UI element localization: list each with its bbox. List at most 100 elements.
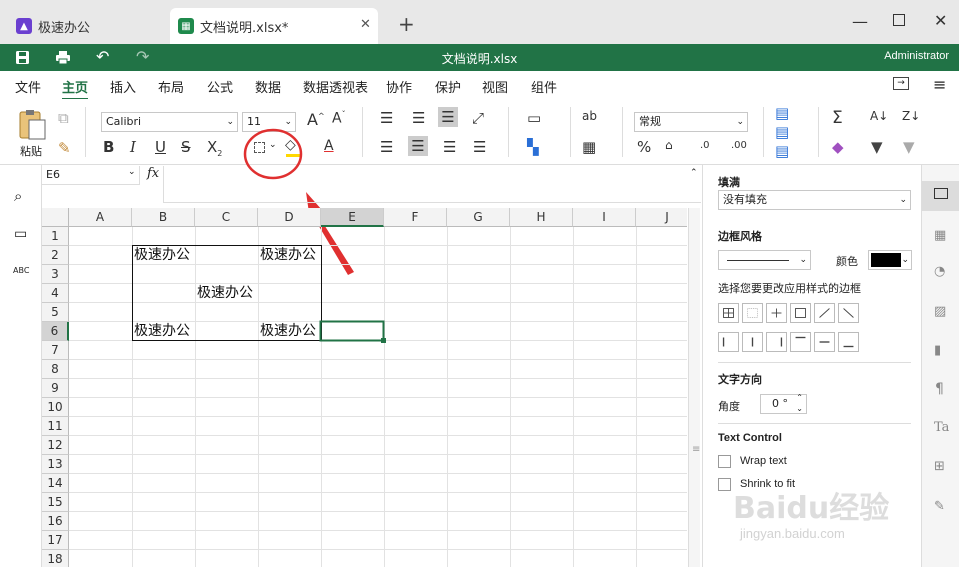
right-border-icon[interactable] [766,332,787,352]
column-header[interactable]: H [510,208,573,227]
text-art-icon[interactable]: Ta [934,420,949,435]
fill-select[interactable]: 没有填充 ⌄ [718,190,911,210]
outer-border-icon[interactable] [790,303,811,323]
select-all-corner[interactable] [42,208,69,227]
paragraph-settings-icon[interactable]: ¶ [935,381,944,397]
cell-b2[interactable]: 极速办公 [134,246,190,265]
align-bottom-icon[interactable]: ☰ [438,107,458,127]
column-header[interactable]: I [573,208,636,227]
clear-icon[interactable]: ◆ [832,138,844,156]
sort-asc-icon[interactable]: A↓ [870,109,888,123]
table-style-icon[interactable]: ▦ [582,138,596,156]
column-header[interactable]: E [321,208,384,227]
menu-formula[interactable]: 公式 [207,77,233,96]
menu-data[interactable]: 数据 [255,77,281,96]
cell-b6[interactable]: 极速办公 [134,322,190,341]
spellcheck-icon[interactable]: ABC [13,266,29,275]
row-header[interactable]: 1 [42,227,69,246]
vertical-scrollbar[interactable]: ≡ [688,208,700,567]
bottom-border-icon[interactable] [838,332,859,352]
justify-icon[interactable]: ☰ [473,138,486,156]
cell-settings-tab[interactable] [922,181,959,211]
table-settings-icon[interactable]: ▦ [934,228,946,243]
chart-settings-icon[interactable]: ▮ [934,343,941,358]
underline-icon[interactable]: U [155,138,166,156]
subscript-icon[interactable]: X2 [207,138,222,158]
row-header[interactable]: 5 [42,303,69,322]
menu-file[interactable]: 文件 [15,77,41,96]
menu-collaborate[interactable]: 协作 [386,77,412,96]
name-box[interactable]: E6 ⌄ [42,166,140,185]
column-header[interactable]: C [195,208,258,227]
minimize-icon[interactable]: — [852,12,868,31]
border-color-select[interactable]: ⌄ [868,250,912,270]
search-icon[interactable]: ⌕ [14,187,22,205]
shape-settings-icon[interactable]: ◔ [934,264,945,279]
paste-icon[interactable] [17,109,47,141]
column-header[interactable]: D [258,208,321,227]
copy-icon[interactable]: ⧉ [58,109,69,127]
left-border-icon[interactable] [718,332,739,352]
fx-icon[interactable]: fx [147,166,159,181]
cell-d2[interactable]: 极速办公 [260,246,316,265]
row-header[interactable]: 11 [42,417,69,436]
diagonal-up-icon[interactable] [814,303,835,323]
strikethrough-icon[interactable]: S [181,138,191,156]
format-cells-icon[interactable]: ▤ [775,142,789,160]
bold-icon[interactable]: B [103,138,114,156]
maximize-icon[interactable] [893,14,905,26]
row-header[interactable]: 18 [42,550,69,567]
menu-components[interactable]: 组件 [531,77,557,96]
column-header[interactable]: G [447,208,510,227]
menu-protect[interactable]: 保护 [435,77,461,96]
tab-document[interactable]: ▦ 文档说明.xlsx* ✕ [170,8,378,44]
row-header[interactable]: 9 [42,379,69,398]
row-header[interactable]: 13 [42,455,69,474]
row-header[interactable]: 6 [42,322,69,341]
filter-icon[interactable]: ▼ [871,138,883,156]
percent-icon[interactable]: % [637,138,651,156]
row-header[interactable]: 8 [42,360,69,379]
align-middle-icon[interactable]: ☰ [412,109,425,127]
align-left-icon[interactable]: ☰ [380,138,393,156]
hamburger-menu-icon[interactable]: ≡ [933,75,946,94]
signature-settings-icon[interactable]: ✎ [934,499,945,514]
shrink-to-fit-checkbox[interactable] [718,478,731,491]
spreadsheet-grid[interactable]: A B C D E F G H I J 1 2 3 4 5 6 7 8 9 10… [42,208,687,567]
spinner-icon[interactable]: ⌃ ⌄ [796,392,803,414]
row-header[interactable]: 2 [42,246,69,265]
fill-handle[interactable] [381,338,386,343]
inner-borders-icon[interactable] [766,303,787,323]
insert-cells-icon[interactable]: ▤ [775,104,789,122]
column-header[interactable]: J [636,208,687,227]
row-header[interactable]: 16 [42,512,69,531]
column-header[interactable]: B [132,208,195,227]
menu-layout[interactable]: 布局 [158,77,184,96]
sort-desc-icon[interactable]: Z↓ [902,109,920,123]
merge-cells-icon[interactable]: ▭ [527,109,541,127]
currency-icon[interactable]: ⌂ [665,138,673,152]
angle-input[interactable]: 0 ° ⌃ ⌄ [760,392,807,414]
menu-insert[interactable]: 插入 [110,77,136,96]
row-header[interactable]: 3 [42,265,69,284]
border-style-select[interactable]: ⌄ [718,250,811,270]
close-tab-icon[interactable]: ✕ [360,17,371,32]
tab-home[interactable]: ▲ 极速办公 [8,8,164,44]
diagonal-down-icon[interactable] [838,303,859,323]
clear-filter-icon[interactable]: ▼ [903,138,915,156]
no-border-icon[interactable] [742,303,763,323]
menu-home[interactable]: 主页 [62,77,89,100]
cell-c4[interactable]: 极速办公 [197,284,253,303]
italic-icon[interactable]: I [130,138,136,156]
menu-view[interactable]: 视图 [482,77,508,96]
row-header[interactable]: 12 [42,436,69,455]
row-header[interactable]: 15 [42,493,69,512]
delete-cells-icon[interactable]: ▤ [775,123,789,141]
sum-icon[interactable]: Σ [832,108,843,128]
row-header[interactable]: 10 [42,398,69,417]
row-header[interactable]: 17 [42,531,69,550]
align-right-icon[interactable]: ☰ [443,138,456,156]
font-name-select[interactable]: Calibri ⌄ [101,112,238,132]
decrease-decimal-icon[interactable]: .0 [700,140,710,151]
cell-d6[interactable]: 极速办公 [260,322,316,341]
